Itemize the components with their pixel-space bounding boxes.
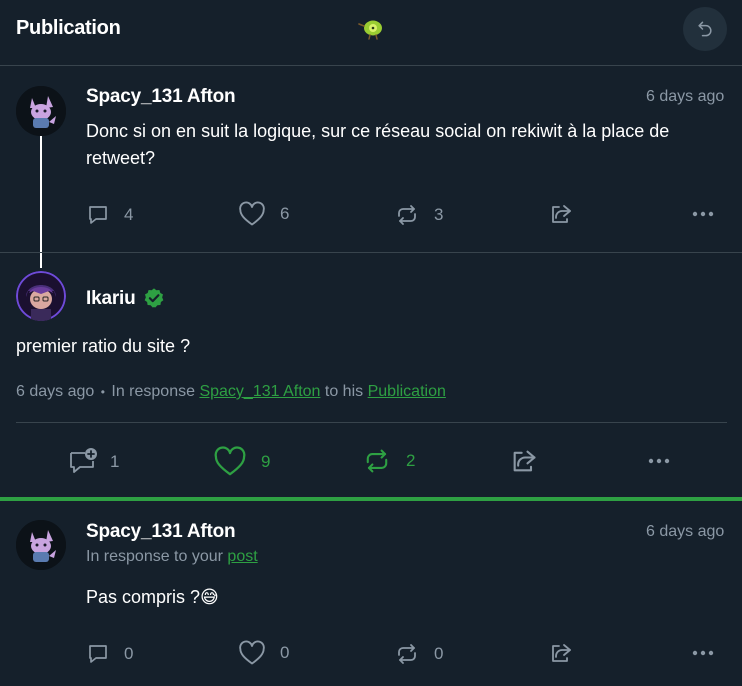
share-icon bbox=[552, 644, 571, 662]
comment-button[interactable]: 4 bbox=[86, 203, 133, 227]
more-options-icon[interactable] bbox=[648, 458, 670, 464]
emoji: 😅 bbox=[200, 587, 219, 607]
reply-context: In response to your post bbox=[86, 548, 258, 566]
more-options-icon[interactable] bbox=[692, 650, 714, 656]
avatar[interactable] bbox=[16, 86, 66, 136]
post-text-content: Pas compris ? bbox=[86, 587, 201, 607]
like-button[interactable]: 0 bbox=[238, 640, 289, 666]
post-text: premier ratio du site ? bbox=[16, 336, 191, 356]
share-button[interactable] bbox=[549, 202, 573, 226]
more-options-icon[interactable] bbox=[692, 211, 714, 217]
back-button[interactable] bbox=[683, 7, 727, 51]
reshare-button[interactable]: 2 bbox=[362, 447, 415, 475]
reply-label: In response to your bbox=[86, 548, 223, 565]
fox-avatar-icon bbox=[16, 520, 66, 570]
comment-count: 1 bbox=[110, 452, 120, 471]
top-bar: Publication bbox=[0, 0, 742, 66]
comment-count: 4 bbox=[124, 205, 134, 224]
meta-separator: • bbox=[100, 385, 105, 399]
mentioned-user-link[interactable]: Spacy_131 Afton bbox=[199, 383, 320, 400]
divider bbox=[0, 497, 742, 501]
author-name[interactable]: Spacy_131 Afton bbox=[86, 521, 236, 543]
share-icon bbox=[513, 450, 536, 472]
response-label-mid: to his bbox=[324, 383, 364, 400]
reply-post-link[interactable]: post bbox=[227, 548, 257, 565]
author-name[interactable]: Spacy_131 Afton bbox=[86, 86, 236, 108]
post-time: 6 days ago bbox=[16, 383, 95, 400]
divider bbox=[16, 422, 727, 423]
heart-icon bbox=[214, 446, 246, 476]
post-time: 6 days ago bbox=[646, 88, 725, 105]
comment-button[interactable]: 1 bbox=[68, 447, 119, 477]
reshare-icon bbox=[366, 449, 388, 473]
like-button[interactable]: 9 bbox=[213, 446, 270, 477]
reshare-count: 0 bbox=[434, 644, 444, 663]
heart-icon bbox=[239, 640, 265, 665]
fox-avatar-icon bbox=[16, 86, 66, 136]
avatar[interactable] bbox=[16, 271, 66, 321]
author-name[interactable]: Ikariu bbox=[86, 288, 136, 310]
reshare-icon bbox=[398, 644, 416, 664]
character-avatar-icon bbox=[16, 271, 66, 321]
like-count: 6 bbox=[280, 204, 290, 223]
post-meta: 6 days ago • In response Spacy_131 Afton… bbox=[16, 383, 446, 401]
avatar[interactable] bbox=[16, 520, 66, 570]
post-text: Donc si on en suit la logique, sur ce ré… bbox=[86, 121, 670, 168]
like-count: 9 bbox=[261, 451, 271, 471]
like-count: 0 bbox=[280, 643, 290, 662]
response-label: In response bbox=[111, 383, 195, 400]
publication-link[interactable]: Publication bbox=[368, 383, 446, 400]
post-time: 6 days ago bbox=[646, 523, 725, 540]
reshare-icon bbox=[398, 205, 416, 225]
reshare-count: 2 bbox=[406, 451, 416, 470]
like-button[interactable]: 6 bbox=[238, 201, 289, 227]
add-comment-icon bbox=[70, 448, 97, 473]
thread-line bbox=[40, 136, 42, 268]
comment-icon bbox=[89, 206, 107, 224]
reshare-button[interactable]: 3 bbox=[394, 203, 443, 227]
divider bbox=[0, 252, 742, 253]
undo-icon bbox=[698, 21, 712, 37]
kiwi-logo-icon bbox=[358, 20, 382, 40]
comment-button[interactable]: 0 bbox=[86, 642, 133, 666]
heart-icon bbox=[239, 201, 265, 226]
share-icon bbox=[552, 205, 571, 223]
reshare-count: 3 bbox=[434, 205, 444, 224]
reshare-button[interactable]: 0 bbox=[394, 642, 443, 666]
post-text: Pas compris ?😅 bbox=[86, 584, 219, 611]
share-button[interactable] bbox=[549, 641, 573, 665]
page-title: Publication bbox=[16, 17, 121, 39]
share-button[interactable] bbox=[510, 447, 538, 475]
comment-icon bbox=[89, 645, 107, 663]
verified-badge-icon bbox=[144, 288, 164, 308]
comment-count: 0 bbox=[124, 644, 134, 663]
